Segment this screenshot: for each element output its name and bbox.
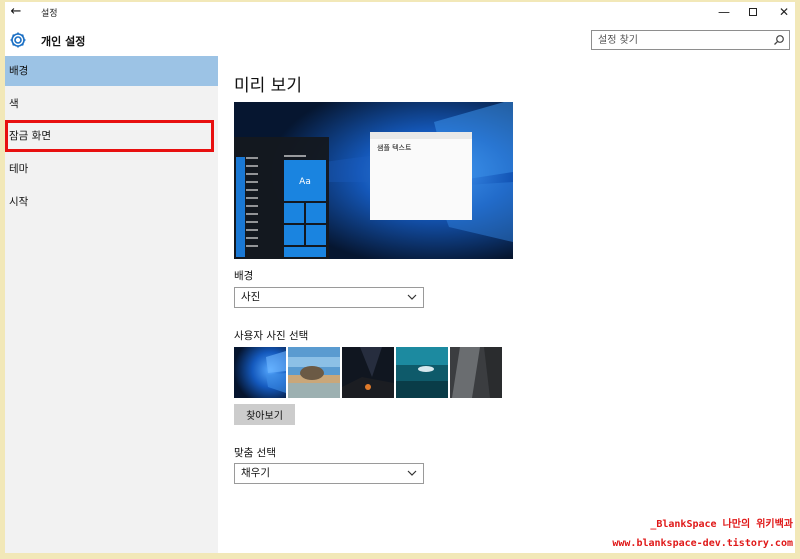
preview-illustration: Aa 샘플 텍스트 (234, 102, 513, 259)
fit-choice-label: 맞춤 선택 (234, 447, 276, 459)
header-title: 개인 설정 (41, 35, 86, 48)
gear-icon (10, 32, 26, 48)
fit-dropdown[interactable]: 채우기 (234, 463, 424, 484)
chevron-down-icon (407, 470, 417, 476)
maximize-button[interactable] (736, 2, 770, 24)
sidebar-item-themes[interactable]: 테마 (5, 154, 218, 184)
sidebar-item-start[interactable]: 시작 (5, 187, 218, 217)
preview-sample-text: 샘플 텍스트 (377, 143, 412, 152)
search-box[interactable] (591, 30, 790, 50)
picture-thumbnail-4[interactable] (396, 347, 448, 398)
desktop-preview: Aa 샘플 텍스트 (234, 102, 513, 259)
background-dropdown[interactable]: 사진 (234, 287, 424, 308)
chevron-down-icon (407, 294, 417, 300)
minimize-icon: — (718, 5, 730, 19)
sidebar-item-color[interactable]: 색 (5, 89, 218, 119)
watermark-line-1: _BlankSpace 나만의 위키백과 (650, 519, 793, 530)
sidebar-item-background[interactable]: 배경 (5, 56, 218, 86)
back-arrow-icon: ← (10, 4, 22, 19)
picture-thumbnail-5[interactable] (450, 347, 502, 398)
picture-thumbnail-2[interactable] (288, 347, 340, 398)
browse-button[interactable]: 찾아보기 (234, 404, 295, 425)
fit-dropdown-value: 채우기 (241, 467, 270, 479)
search-icon[interactable] (773, 34, 785, 46)
main-content: 미리 보기 Aa 샘플 텍스트 배경 사진 사용자 사진 선택 찾아보기 맞춤 … (218, 56, 795, 553)
sidebar: 배경 색 잠금 화면 테마 시작 (5, 56, 218, 553)
picture-thumbnail-1[interactable] (234, 347, 286, 398)
background-dropdown-value: 사진 (241, 291, 261, 303)
picture-thumbnail-3[interactable] (342, 347, 394, 398)
search-input[interactable] (592, 31, 767, 49)
settings-window: ← 설정 — ✕ 개인 설정 설정 찾기 배경 색 잠금 화면 테마 시작 미리… (5, 2, 795, 553)
title-bar: ← 설정 — ✕ (5, 2, 795, 24)
watermark-line-2: www.blankspace-dev.tistory.com (612, 538, 793, 549)
maximize-icon (749, 8, 757, 16)
close-button[interactable]: ✕ (767, 2, 795, 24)
back-button[interactable]: ← (5, 2, 27, 24)
picture-choice-label: 사용자 사진 선택 (234, 330, 309, 342)
sidebar-item-lock-screen[interactable]: 잠금 화면 (5, 120, 214, 152)
header: 개인 설정 (5, 24, 795, 56)
window-title: 설정 (41, 9, 58, 19)
close-icon: ✕ (778, 5, 790, 19)
preview-tile-text: Aa (299, 177, 311, 187)
page-title: 미리 보기 (234, 76, 302, 96)
background-label: 배경 (234, 270, 254, 282)
